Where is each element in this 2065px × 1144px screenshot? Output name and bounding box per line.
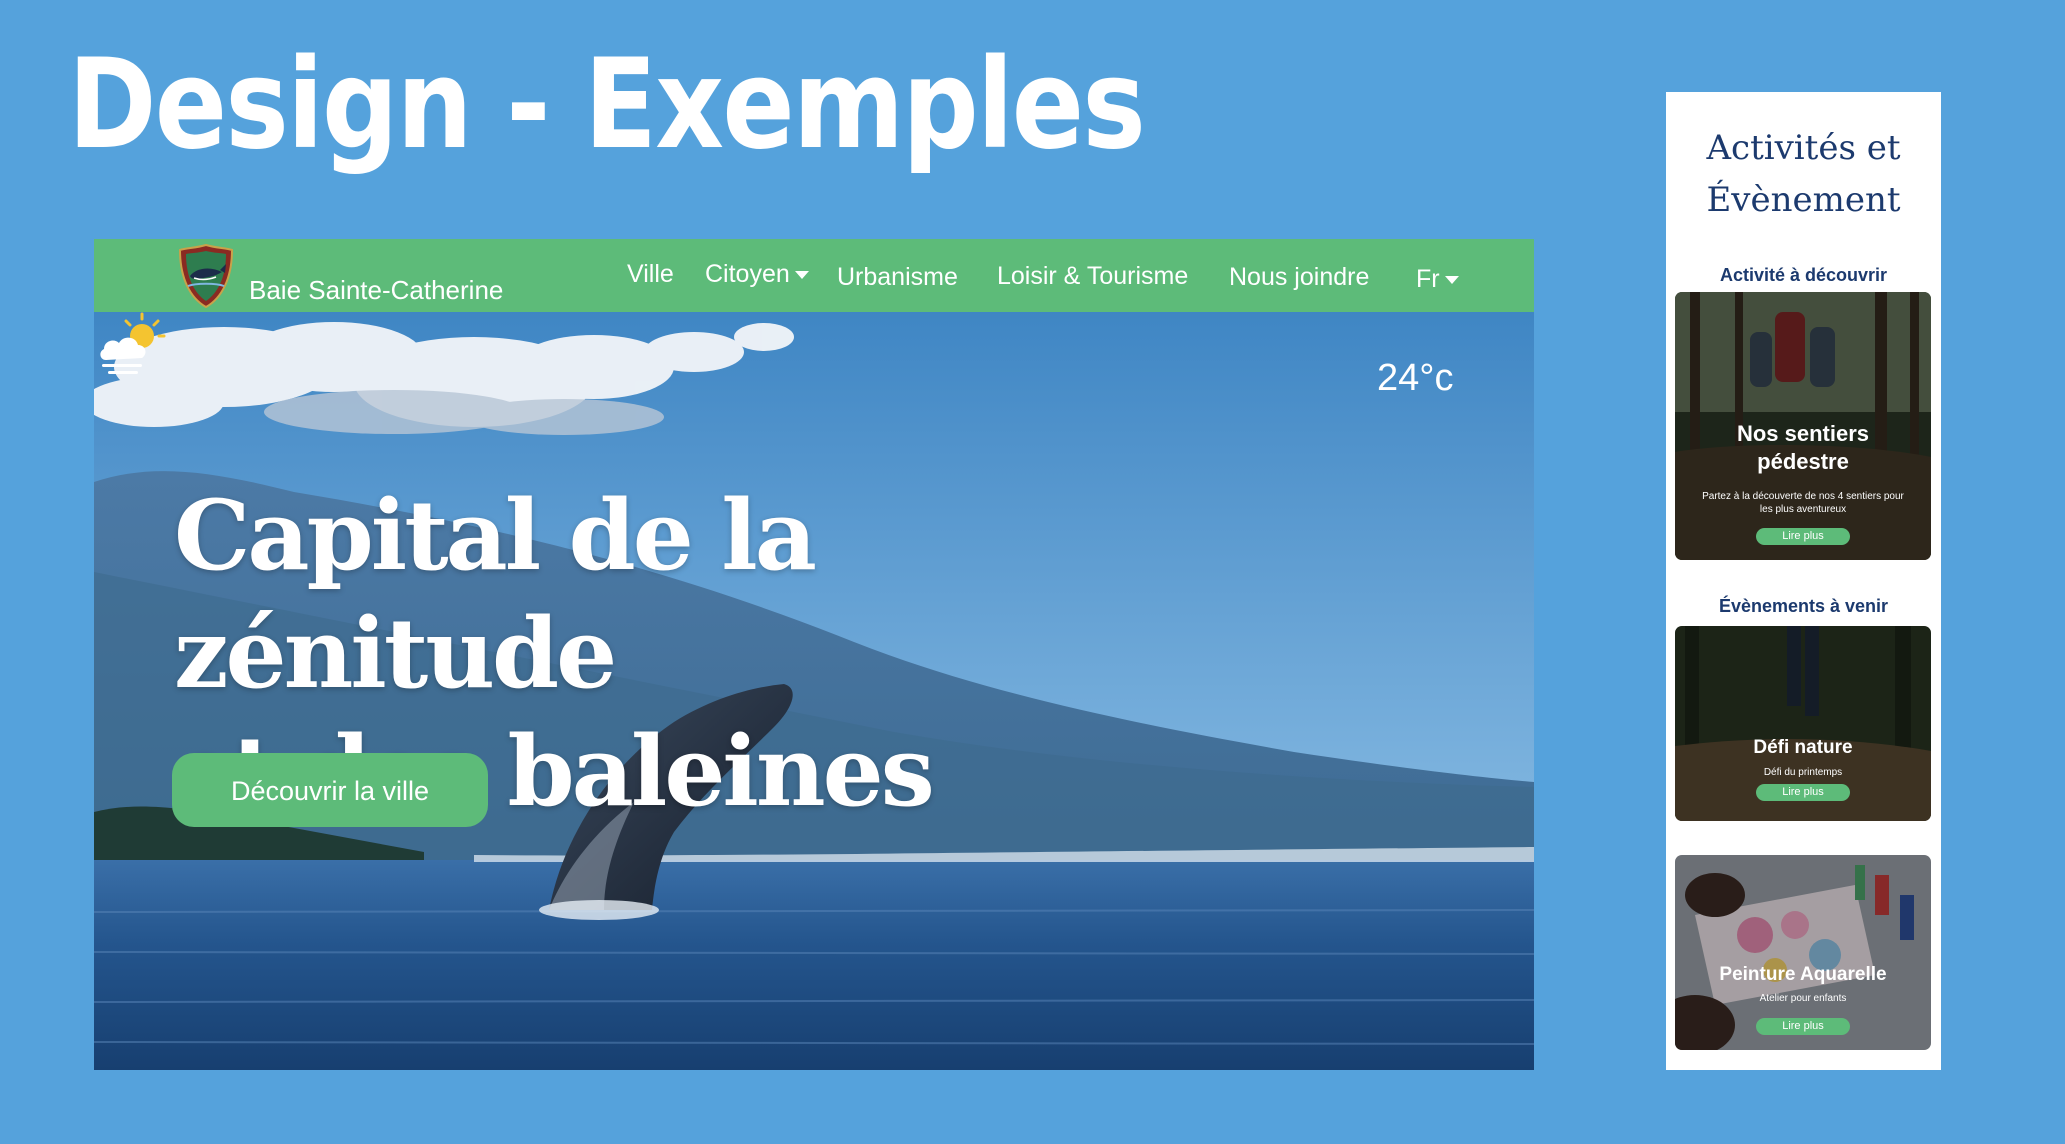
read-more-button[interactable]: Lire plus bbox=[1756, 1018, 1850, 1035]
desktop-mockup: Baie Sainte-Catherine Ville Citoyen Urba… bbox=[94, 239, 1534, 1070]
shield-whale-icon[interactable] bbox=[176, 242, 236, 310]
mobile-page-title: Activités et Évènement bbox=[1666, 122, 1941, 226]
nav-label: Ville bbox=[627, 260, 674, 288]
nav-label: Loisir & Tourisme bbox=[997, 262, 1189, 290]
hero-section: 24°c Capital de la zénitude et des balei… bbox=[94, 312, 1534, 1070]
caret-down-icon bbox=[794, 271, 809, 280]
card-description: Défi du printemps bbox=[1763, 767, 1843, 778]
mobile-title-line1: Activités et bbox=[1706, 128, 1901, 168]
nav-label: Urbanisme bbox=[837, 263, 958, 291]
nav-item-nous-joindre[interactable]: Nous joindre bbox=[1229, 262, 1369, 292]
read-more-button[interactable]: Lire plus bbox=[1756, 528, 1850, 545]
mobile-mockup: Activités et Évènement Activité à découv… bbox=[1666, 92, 1941, 1070]
card-description: Atelier pour enfants bbox=[1759, 993, 1847, 1004]
event-card-peinture-aquarelle[interactable]: Peinture Aquarelle Atelier pour enfants … bbox=[1675, 855, 1931, 1050]
hero-headline-line1: Capital de la zénitude bbox=[174, 479, 817, 710]
card-title-line1: Nos sentiers bbox=[1736, 421, 1870, 446]
language-selector[interactable]: Fr bbox=[1416, 264, 1459, 294]
activities-section-label: Activité à découvrir bbox=[1719, 265, 1888, 285]
card-description: Partez à la découverte de nos 4 sentiers… bbox=[1702, 491, 1904, 515]
brand-name[interactable]: Baie Sainte-Catherine bbox=[249, 275, 503, 305]
nav-item-loisir-tourisme[interactable]: Loisir & Tourisme bbox=[997, 261, 1188, 291]
mobile-title-line2: Évènement bbox=[1706, 180, 1901, 220]
nav-item-urbanisme[interactable]: Urbanisme bbox=[837, 262, 958, 292]
discover-city-button[interactable]: Découvrir la ville bbox=[172, 753, 488, 827]
caret-down-icon bbox=[1444, 276, 1459, 285]
slide-title: Design - Exemples bbox=[68, 33, 1146, 177]
nav-label: Citoyen bbox=[705, 260, 790, 288]
card-title: Peinture Aquarelle bbox=[1719, 964, 1887, 985]
card-title: Défi nature bbox=[1753, 737, 1853, 758]
cloud-sun-icon bbox=[100, 312, 166, 374]
nav-item-citoyen[interactable]: Citoyen bbox=[705, 259, 809, 289]
navbar: Baie Sainte-Catherine Ville Citoyen Urba… bbox=[94, 239, 1534, 312]
weather-temperature: 24°c bbox=[1377, 357, 1454, 399]
card-title: Nos sentiers pédestre bbox=[1675, 420, 1931, 476]
event-card-defi-nature[interactable]: Défi nature Défi du printemps Lire plus bbox=[1675, 626, 1931, 821]
events-section-label: Évènements à venir bbox=[1718, 596, 1889, 616]
nav-label: Nous joindre bbox=[1229, 263, 1370, 291]
activity-card-sentiers[interactable]: Nos sentiers pédestre Partez à la découv… bbox=[1675, 292, 1931, 560]
card-title-line2: pédestre bbox=[1757, 449, 1849, 474]
nav-item-ville[interactable]: Ville bbox=[627, 259, 674, 289]
read-more-button[interactable]: Lire plus bbox=[1756, 784, 1850, 801]
nav-label: Fr bbox=[1416, 265, 1440, 293]
